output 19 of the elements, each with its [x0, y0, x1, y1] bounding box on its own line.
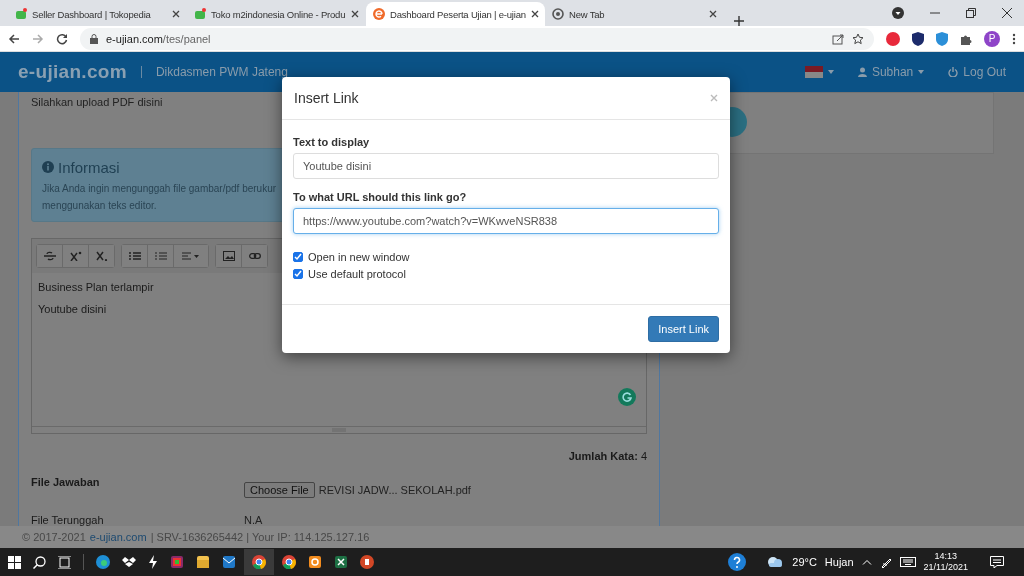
file-name: REVISI JADW... SEKOLAH.pdf	[318, 484, 471, 496]
word-count: Jumlah Kata: 4	[568, 450, 647, 462]
copyright-text: © 2017-2021	[22, 531, 86, 543]
uploaded-label: File Terunggah	[31, 514, 104, 526]
dialog-title: Insert Link	[294, 90, 359, 106]
organization-name: Dikdasmen PWM Jateng	[155, 65, 288, 79]
temperature-text: 29°C	[792, 556, 817, 568]
editor-line: Business Plan terlampir	[38, 280, 154, 293]
uploaded-value: N.A	[244, 514, 263, 526]
field-label: Text to display	[293, 136, 370, 148]
server-info: | SRV-1636265442 | Your IP: 114.125.127.16	[150, 531, 370, 543]
instruction-text: Silahkan upload PDF disini	[31, 96, 163, 108]
file-label: File Jawaban	[31, 476, 100, 488]
field-label: To what URL should this link go?	[293, 191, 467, 203]
editor-line: Youtube disini	[38, 302, 107, 315]
info-text: menggunakan teks editor.	[42, 199, 157, 211]
info-title: Informasi	[58, 158, 120, 176]
info-text: Jika Anda ingin mengunggah file gambar/pdf berukur	[42, 182, 277, 194]
weather-text: Hujan	[824, 556, 854, 568]
